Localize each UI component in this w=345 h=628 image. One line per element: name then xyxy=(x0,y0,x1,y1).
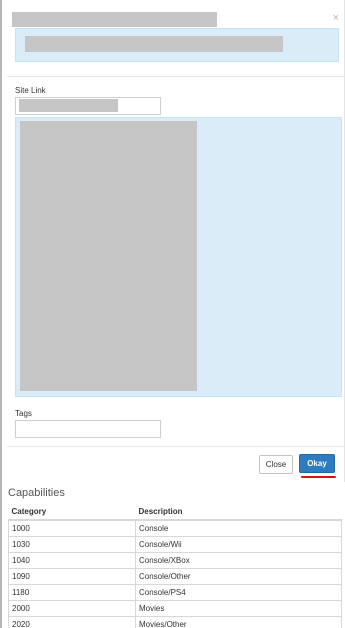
okay-button[interactable]: Okay xyxy=(299,454,335,473)
description-cell: Console/Wii xyxy=(135,535,342,553)
tags-label: Tags xyxy=(15,409,32,418)
window-left-edge xyxy=(0,0,2,628)
description-cell: Console/XBox xyxy=(135,551,342,569)
tags-input[interactable] xyxy=(15,420,161,438)
column-header-description: Description xyxy=(135,504,342,521)
capabilities-heading: Capabilities xyxy=(8,487,65,499)
close-button[interactable]: Close xyxy=(259,455,293,474)
site-link-label: Site Link xyxy=(15,86,46,95)
category-cell: 1040 xyxy=(8,551,136,569)
table-header-row: Category Description xyxy=(8,504,342,521)
table-row: 2020 Movies/Other xyxy=(8,615,342,628)
category-cell: 1000 xyxy=(8,519,136,537)
description-cell: Console xyxy=(135,519,342,537)
table-row: 1180 Console/PS4 xyxy=(8,583,342,601)
description-cell: Console/Other xyxy=(135,567,342,585)
preview-panel xyxy=(15,117,342,397)
annotation-underline xyxy=(301,476,336,478)
description-cell: Movies xyxy=(135,599,342,617)
category-cell: 1090 xyxy=(8,567,136,585)
preview-image-redacted xyxy=(20,121,197,391)
info-alert xyxy=(15,28,339,62)
capabilities-table: Category Description 1000 Console 1030 C… xyxy=(8,504,342,628)
alert-text-redacted xyxy=(25,36,283,52)
description-cell: Console/PS4 xyxy=(135,583,342,601)
modal-title-redacted xyxy=(12,12,217,27)
table-row: 1040 Console/XBox xyxy=(8,551,342,569)
category-cell: 2020 xyxy=(8,615,136,628)
modal-dialog: × Site Link Tags xyxy=(7,0,345,482)
description-cell: Movies/Other xyxy=(135,615,342,628)
table-row: 2000 Movies xyxy=(8,599,342,617)
table-row: 1030 Console/Wii xyxy=(8,535,342,553)
category-cell: 2000 xyxy=(8,599,136,617)
category-cell: 1030 xyxy=(8,535,136,553)
footer-divider xyxy=(7,446,345,447)
column-header-category: Category xyxy=(8,504,136,521)
site-link-value-redacted xyxy=(19,99,118,112)
site-link-input[interactable] xyxy=(15,97,161,115)
close-icon[interactable]: × xyxy=(333,11,339,25)
category-cell: 1180 xyxy=(8,583,136,601)
table-row: 1000 Console xyxy=(8,519,342,537)
header-divider xyxy=(7,76,345,77)
table-row: 1090 Console/Other xyxy=(8,567,342,585)
